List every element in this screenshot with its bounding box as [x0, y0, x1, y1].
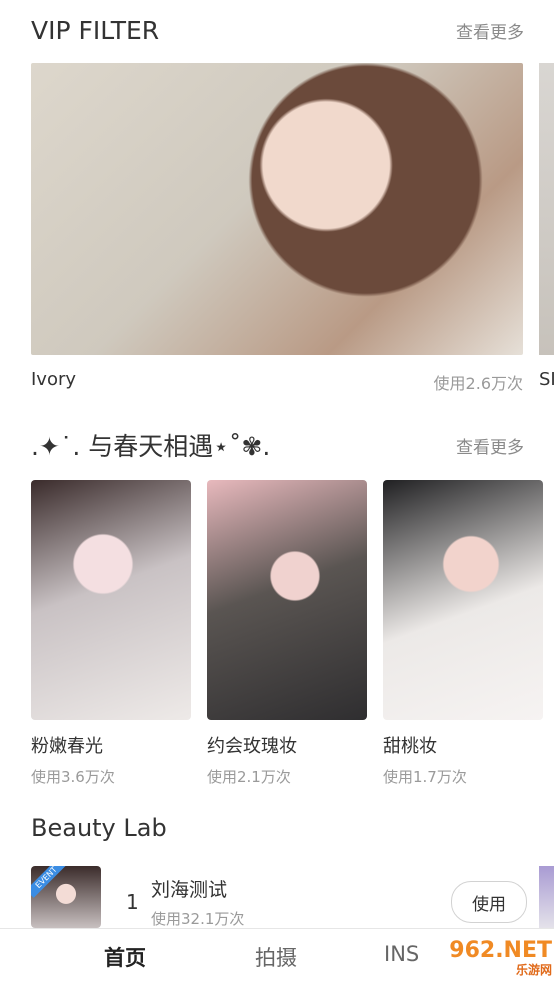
makeup-card-image[interactable]	[31, 480, 191, 720]
spring-title: .✦˙. 与春天相遇⋆˚✾.	[31, 432, 271, 461]
tab-home[interactable]: 首页	[104, 942, 146, 972]
vip-filter-title: VIP FILTER	[31, 16, 160, 45]
vip-filter-preview-image[interactable]	[31, 63, 523, 355]
makeup-card-name: 约会玫瑰妆	[207, 736, 297, 757]
makeup-card-usage: 使用2.1万次	[207, 768, 291, 786]
watermark-name: 乐游网	[515, 962, 552, 977]
makeup-card-usage: 使用1.7万次	[383, 768, 467, 786]
next-filter-name: SI	[539, 369, 554, 390]
spring-header: .✦˙. 与春天相遇⋆˚✾. 查看更多	[31, 427, 524, 463]
makeup-card-image[interactable]	[383, 480, 543, 720]
beauty-lab-row[interactable]: EVENT 1 刘海测试 使用32.1万次 使用	[31, 866, 527, 928]
tab-ins[interactable]: INS	[384, 942, 419, 966]
makeup-card[interactable]: 甜桃妆 使用1.7万次	[383, 480, 543, 787]
use-button[interactable]: 使用	[451, 881, 527, 923]
vip-filter-header: VIP FILTER 查看更多	[31, 16, 524, 45]
next-beauty-lab-thumbnail[interactable]	[539, 866, 554, 928]
vip-filter-usage: 使用2.6万次	[433, 374, 523, 393]
beauty-lab-name: 刘海测试	[151, 879, 228, 901]
next-filter-preview-image[interactable]	[539, 63, 554, 355]
beauty-lab-rank: 1	[126, 890, 139, 914]
makeup-card[interactable]: 粉嫩春光 使用3.6万次	[31, 480, 191, 787]
makeup-card-name: 粉嫩春光	[31, 736, 103, 757]
beauty-lab-thumbnail[interactable]: EVENT	[31, 866, 101, 928]
spring-see-more-link[interactable]: 查看更多	[456, 433, 524, 458]
makeup-card-image[interactable]	[207, 480, 367, 720]
vip-see-more-link[interactable]: 查看更多	[456, 18, 524, 43]
makeup-card-name: 甜桃妆	[383, 736, 437, 757]
beauty-lab-usage: 使用32.1万次	[151, 910, 245, 928]
site-watermark-logo: 962.NET 乐游网	[418, 935, 552, 981]
watermark-domain: 962.NET	[449, 938, 552, 964]
event-badge: EVENT	[31, 866, 67, 898]
makeup-card[interactable]: 约会玫瑰妆 使用2.1万次	[207, 480, 367, 787]
makeup-card-usage: 使用3.6万次	[31, 768, 115, 786]
tab-capture[interactable]: 拍摄	[255, 942, 297, 972]
spring-card-grid: 粉嫩春光 使用3.6万次 约会玫瑰妆 使用2.1万次 甜桃妆 使用1.7万次	[31, 480, 543, 787]
vip-filter-name: Ivory	[31, 369, 77, 390]
beauty-lab-title: Beauty Lab	[31, 814, 167, 842]
